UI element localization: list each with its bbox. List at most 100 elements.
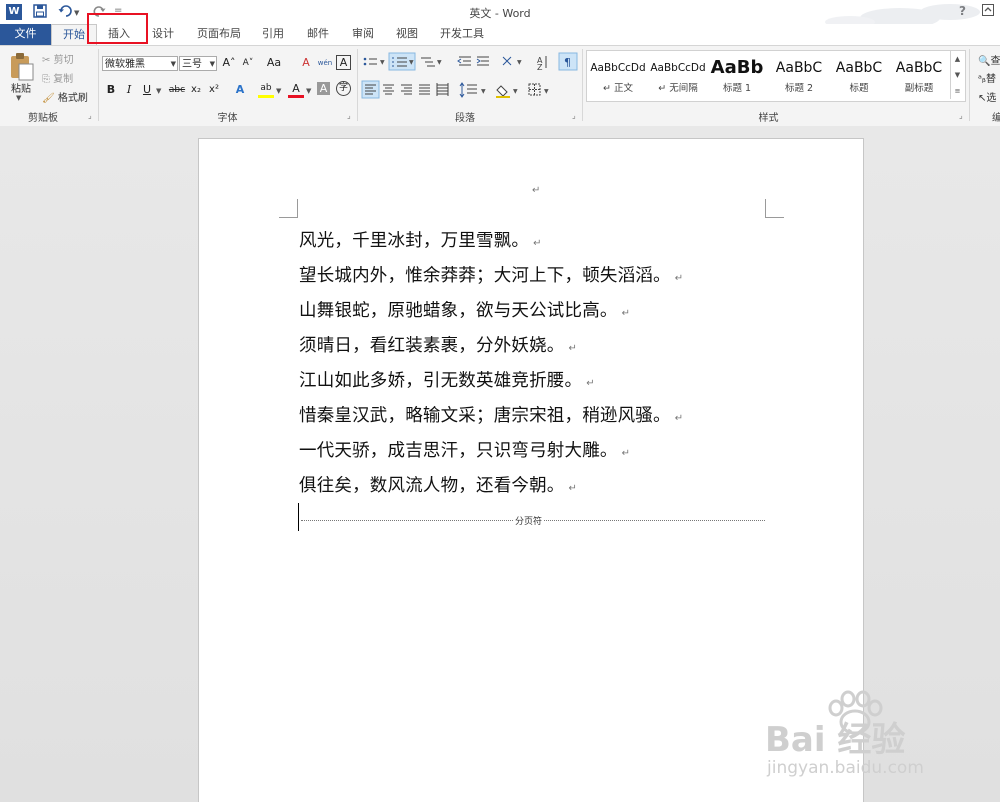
- font-launcher-icon[interactable]: ⌟: [347, 112, 354, 120]
- tab-developer[interactable]: 开发工具: [434, 24, 490, 45]
- font-color-button[interactable]: A: [288, 82, 304, 98]
- line-text: 山舞银蛇，原驰蜡象，欲与天公试比高。: [299, 301, 618, 321]
- font-size-combo[interactable]: 三号 ▼: [179, 56, 217, 71]
- highlight-dropdown-icon[interactable]: ▼: [276, 87, 281, 95]
- asian-layout-icon: [502, 56, 512, 66]
- enclose-characters-button[interactable]: 字: [336, 81, 351, 96]
- highlight-box: [87, 13, 148, 44]
- text-effects-button[interactable]: A: [232, 82, 248, 98]
- paragraph-launcher-icon[interactable]: ⌟: [572, 112, 579, 120]
- style-normal[interactable]: AaBbCcDd ↵ 正文: [588, 56, 648, 98]
- font-size-value: 三号: [182, 59, 202, 70]
- paragraph-mark: ↵: [533, 238, 542, 249]
- copy-icon: ⎘: [42, 74, 50, 85]
- chevron-down-icon[interactable]: ▼: [951, 67, 964, 83]
- text-line-7[interactable]: 一代天骄，成吉思汗，只识弯弓射大雕。 ↵: [299, 437, 630, 462]
- line-text: 须晴日，看红装素裹，分外妖娆。: [299, 336, 565, 356]
- underline-dropdown-icon[interactable]: ▼: [156, 87, 161, 95]
- text-line-1[interactable]: 风光，千里冰封，万里雪飘。 ↵: [299, 227, 542, 252]
- watermark-url: jingyan.baidu.com: [767, 758, 924, 778]
- bullets-icon: [363, 57, 377, 66]
- increase-indent-icon: [476, 56, 489, 66]
- replace-button[interactable]: ᵃᵦ替: [978, 70, 996, 85]
- shrink-font-button[interactable]: A˅: [240, 55, 256, 71]
- text-line-6[interactable]: 惜秦皇汉武，略输文采；唐宗宋祖，稍逊风骚。 ↵: [299, 402, 683, 427]
- separator: [969, 49, 970, 121]
- style-subtitle[interactable]: AaBbC 副标题: [889, 56, 949, 98]
- highlight-color-button[interactable]: ab: [258, 82, 274, 98]
- find-label: 查: [990, 56, 1000, 67]
- style-preview: AaBbCcDd: [590, 62, 646, 74]
- paragraph-mark: ↵: [621, 448, 631, 459]
- svg-text:▼: ▼: [517, 59, 522, 66]
- svg-text:¶: ¶: [564, 56, 571, 69]
- text-line-8[interactable]: 俱往矣，数风流人物，还看今朝。 ↵: [299, 472, 577, 497]
- format-painter-label: 格式刷: [57, 93, 88, 104]
- more-styles-icon[interactable]: ≡: [951, 83, 964, 99]
- tab-view[interactable]: 视图: [389, 24, 425, 45]
- tab-references[interactable]: 引用: [255, 24, 291, 45]
- decrease-indent-icon: [457, 56, 471, 66]
- paragraph-mark: ↵: [568, 483, 578, 494]
- align-center-icon: [383, 84, 394, 95]
- italic-button[interactable]: I: [121, 82, 137, 98]
- text-line-3[interactable]: 山舞银蛇，原驰蜡象，欲与天公试比高。 ↵: [299, 297, 630, 322]
- style-heading-1[interactable]: AaBb 标题 1: [708, 56, 766, 98]
- style-preview: AaBbC: [775, 60, 823, 76]
- style-preview: AaBbC: [835, 60, 883, 76]
- chevron-up-icon[interactable]: ▲: [951, 51, 964, 67]
- format-painter-button[interactable]: 🖌 格式刷: [42, 89, 88, 104]
- svg-text:Z: Z: [537, 63, 543, 72]
- undo-icon[interactable]: [57, 4, 73, 20]
- text-line-2[interactable]: 望长城内外，惟余莽莽；大河上下，顿失滔滔。 ↵: [299, 262, 683, 287]
- style-heading-2[interactable]: AaBbC 标题 2: [769, 56, 829, 98]
- replace-icon: ᵃᵦ: [978, 74, 986, 85]
- text-line-4[interactable]: 须晴日，看红装素裹，分外妖娆。 ↵: [299, 332, 577, 357]
- underline-button[interactable]: U: [139, 82, 155, 98]
- line-text: 一代天骄，成吉思汗，只识弯弓射大雕。: [299, 441, 618, 461]
- character-shading-button[interactable]: A: [317, 82, 330, 95]
- font-color-dropdown-icon[interactable]: ▼: [306, 87, 311, 95]
- undo-dropdown-icon[interactable]: ▼: [74, 9, 79, 17]
- tab-design[interactable]: 设计: [143, 24, 183, 45]
- select-button[interactable]: ↖选: [978, 89, 996, 104]
- style-preview: AaBb: [710, 57, 764, 78]
- paste-button[interactable]: 粘贴: [11, 80, 31, 95]
- style-no-spacing[interactable]: AaBbCcDd ↵ 无间隔: [648, 56, 708, 98]
- change-case-button[interactable]: Aa: [263, 55, 285, 71]
- cut-button[interactable]: ✂ 剪切: [42, 51, 74, 66]
- separator: [357, 49, 358, 121]
- svg-text:▼: ▼: [513, 88, 518, 95]
- phonetic-guide-button[interactable]: wén: [317, 55, 333, 71]
- save-icon[interactable]: [32, 4, 48, 20]
- text-line-5[interactable]: 江山如此多娇，引无数英雄竞折腰。 ↵: [299, 367, 595, 392]
- subscript-button[interactable]: x₂: [188, 82, 204, 98]
- find-button[interactable]: 🔍查: [978, 52, 1000, 67]
- editing-group-label: 编: [992, 113, 1000, 124]
- styles-launcher-icon[interactable]: ⌟: [959, 112, 966, 120]
- font-name-combo[interactable]: 微软雅黑 ▼: [102, 56, 178, 71]
- shading-icon: [496, 85, 510, 98]
- font-group-label: 字体: [217, 113, 238, 124]
- paste-dropdown-icon[interactable]: ▼: [16, 94, 21, 102]
- tab-review[interactable]: 审阅: [345, 24, 381, 45]
- svg-text:▼: ▼: [544, 88, 549, 95]
- style-name: 副标题: [904, 83, 934, 94]
- superscript-button[interactable]: x²: [206, 82, 222, 98]
- tab-mailings[interactable]: 邮件: [300, 24, 336, 45]
- svg-text:▼: ▼: [380, 59, 385, 66]
- tab-file[interactable]: 文件: [0, 24, 51, 45]
- clear-formatting-button[interactable]: A: [298, 55, 314, 71]
- style-title[interactable]: AaBbC 标题: [829, 56, 889, 98]
- styles-scroll[interactable]: ▲ ▼ ≡: [950, 51, 964, 99]
- paste-icon[interactable]: [8, 52, 36, 82]
- grow-font-button[interactable]: A˄: [221, 55, 237, 71]
- copy-button[interactable]: ⎘ 复制: [42, 70, 73, 85]
- word-app-icon[interactable]: W: [6, 4, 22, 20]
- bold-button[interactable]: B: [103, 82, 119, 98]
- clipboard-launcher-icon[interactable]: ⌟: [88, 112, 95, 120]
- tab-page-layout[interactable]: 页面布局: [191, 24, 247, 45]
- strikethrough-button[interactable]: abc: [167, 82, 187, 98]
- replace-label: 替: [985, 74, 996, 85]
- character-border-button[interactable]: A: [336, 55, 351, 70]
